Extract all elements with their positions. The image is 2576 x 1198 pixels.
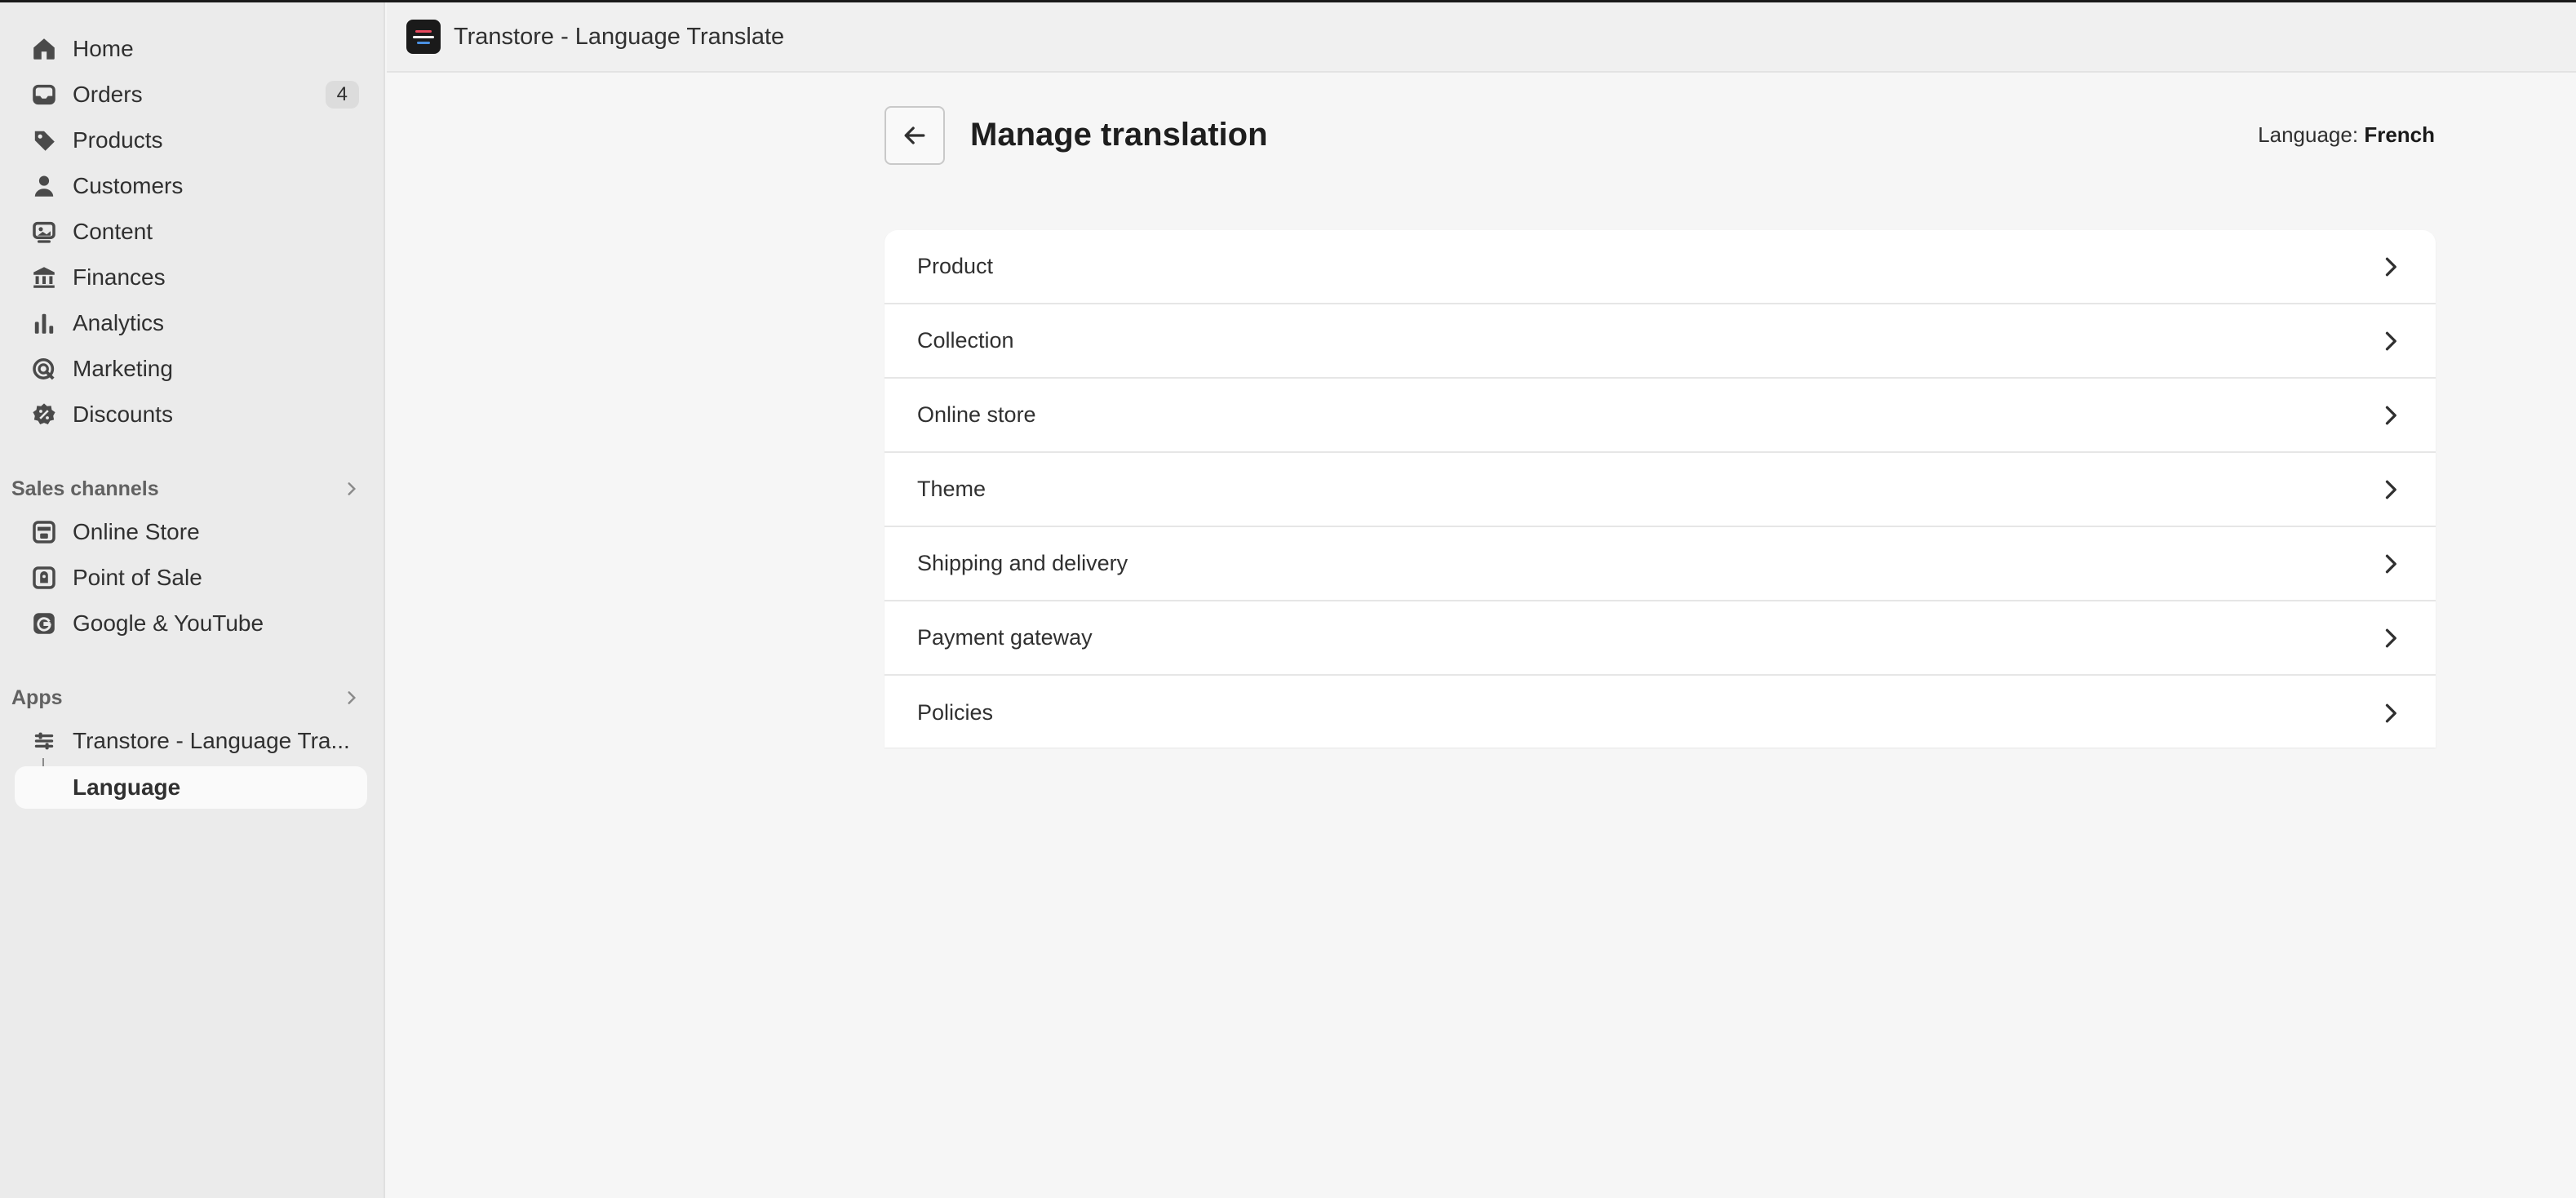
orders-count-badge: 4 [325, 81, 359, 109]
sales-channels-heading: Sales channels [11, 477, 159, 500]
sidebar-item-orders[interactable]: Orders 4 [15, 73, 367, 116]
chevron-right-icon [2385, 554, 2396, 573]
resource-row-shipping-delivery[interactable]: Shipping and delivery [885, 527, 2436, 601]
resource-row-label: Online store [917, 402, 1036, 427]
chevron-right-icon [2385, 257, 2396, 276]
arrow-left-icon [904, 126, 925, 144]
sidebar-item-label: Analytics [73, 310, 165, 335]
sidebar-subitem-language[interactable]: Language [15, 766, 367, 809]
sales-channels-header[interactable]: Sales channels [11, 471, 367, 507]
sidebar-item-marketing[interactable]: Marketing [15, 348, 367, 390]
resource-row-label: Shipping and delivery [917, 551, 1128, 575]
resource-row-label: Payment gateway [917, 625, 1093, 650]
app-sliders-icon [29, 726, 59, 756]
sidebar-item-label: Google & YouTube [73, 610, 264, 636]
target-icon [29, 354, 59, 384]
language-prefix: Language: [2258, 122, 2359, 147]
resource-row-online-store[interactable]: Online store [885, 379, 2436, 453]
apps-header[interactable]: Apps [11, 680, 367, 716]
language-value: French [2364, 122, 2435, 147]
home-icon [29, 34, 59, 64]
back-button[interactable] [885, 106, 945, 165]
resource-row-collection[interactable]: Collection [885, 304, 2436, 379]
page-title: Manage translation [970, 117, 1268, 153]
sidebar-item-label: Home [73, 36, 134, 61]
chevron-right-icon [2385, 406, 2396, 424]
sidebar-item-customers[interactable]: Customers [15, 165, 367, 207]
sidebar-item-analytics[interactable]: Analytics [15, 302, 367, 344]
person-icon [29, 171, 59, 201]
chevron-right-icon [348, 691, 357, 704]
storefront-icon [29, 517, 59, 547]
chevron-right-icon [2385, 331, 2396, 350]
chevron-right-icon [2385, 628, 2396, 647]
language-indicator: Language: French [2258, 122, 2435, 148]
resource-row-label: Theme [917, 477, 987, 501]
sidebar-item-label: Online Store [73, 519, 200, 544]
sidebar-item-finances[interactable]: Finances [15, 256, 367, 299]
resource-row-policies[interactable]: Policies [885, 676, 2436, 748]
sidebar-item-label: Transtore - Language Tra... [73, 728, 350, 753]
sidebar-item-label: Discounts [73, 402, 173, 427]
image-icon [29, 217, 59, 246]
resource-row-product[interactable]: Product [885, 230, 2436, 304]
sidebar-item-label: Products [73, 127, 163, 153]
chevron-right-icon [348, 482, 357, 495]
app-header-bar: Transtore - Language Translate [387, 2, 2576, 73]
sidebar-item-google-youtube[interactable]: Google & YouTube [15, 602, 367, 645]
sidebar-item-home[interactable]: Home [15, 28, 367, 70]
sidebar-item-point-of-sale[interactable]: Point of Sale [15, 557, 367, 599]
translation-resource-list: Product Collection Online store Theme Sh… [885, 230, 2436, 748]
pos-icon [29, 563, 59, 592]
sidebar-item-transtore-app[interactable]: Transtore - Language Tra... [15, 720, 367, 762]
sidebar-item-online-store[interactable]: Online Store [15, 511, 367, 553]
resource-row-label: Collection [917, 328, 1014, 353]
google-icon [29, 609, 59, 638]
app-title: Transtore - Language Translate [454, 23, 785, 50]
sidebar-item-label: Marketing [73, 356, 173, 381]
app-logo-icon [406, 20, 441, 54]
discount-icon [29, 400, 59, 429]
sidebar-item-label: Orders [73, 82, 143, 107]
chevron-right-icon [2385, 703, 2396, 722]
resource-row-payment-gateway[interactable]: Payment gateway [885, 601, 2436, 676]
resource-row-theme[interactable]: Theme [885, 453, 2436, 527]
sidebar-subitem-label: Language [73, 774, 181, 800]
resource-row-label: Policies [917, 700, 994, 725]
tag-icon [29, 126, 59, 155]
inbox-icon [29, 80, 59, 109]
chevron-right-icon [2385, 480, 2396, 499]
resource-row-label: Product [917, 254, 994, 278]
sidebar-item-label: Content [73, 219, 153, 244]
sidebar-item-products[interactable]: Products [15, 119, 367, 162]
sidebar-item-label: Point of Sale [73, 565, 202, 590]
apps-heading: Apps [11, 686, 63, 709]
bank-icon [29, 263, 59, 292]
sidebar-item-label: Customers [73, 173, 184, 198]
sidebar-item-discounts[interactable]: Discounts [15, 393, 367, 436]
bar-chart-icon [29, 308, 59, 338]
sidebar-item-content[interactable]: Content [15, 211, 367, 253]
sidebar: Home Orders 4 Products Customers Content… [0, 2, 385, 1198]
sidebar-item-label: Finances [73, 264, 166, 290]
